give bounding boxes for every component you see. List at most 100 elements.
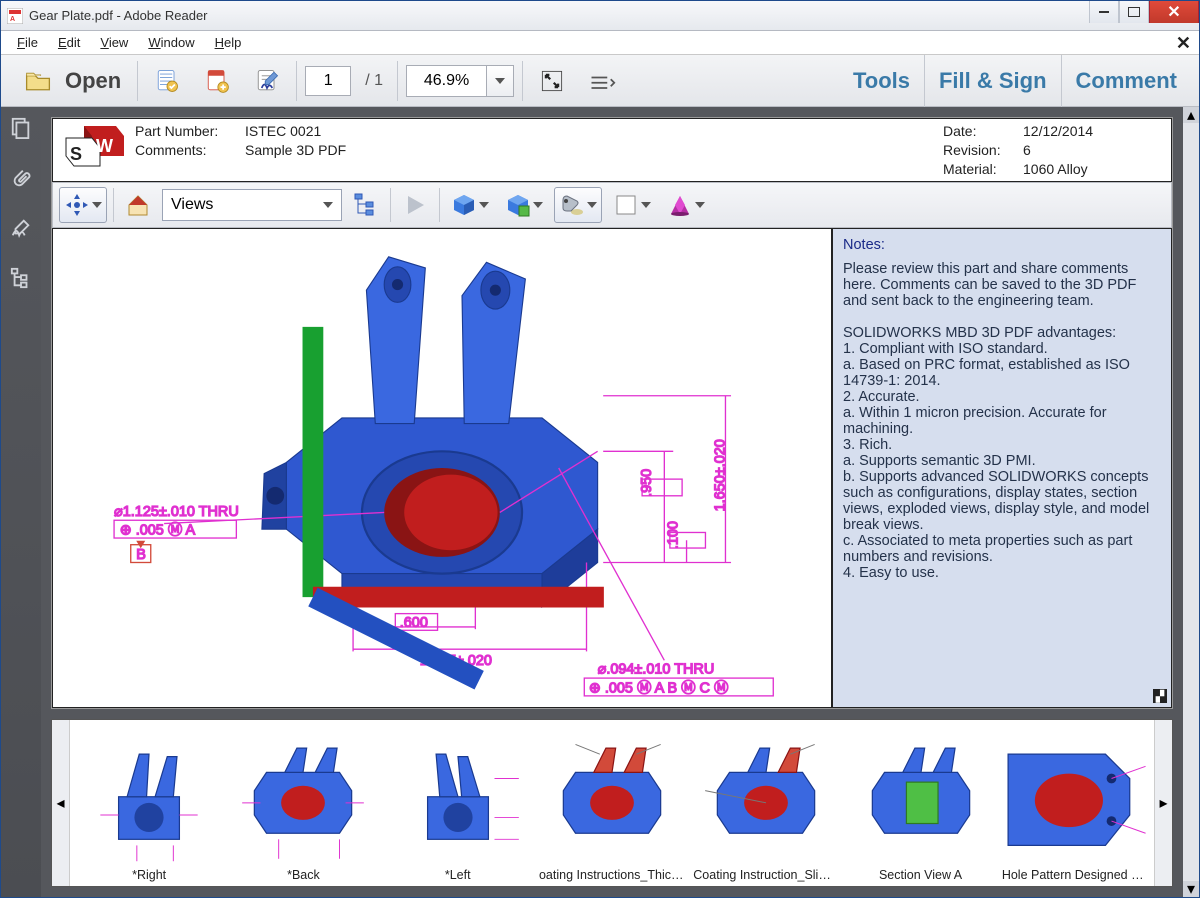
notes-l3b: b. Supports advanced SOLIDWORKS concepts…: [843, 469, 1161, 533]
notes-l1a: a. Based on PRC format, established as I…: [843, 357, 1161, 389]
thumb-left[interactable]: *Left: [385, 740, 531, 882]
label-material: Material:: [943, 161, 1023, 177]
value-part-number: ISTEC 0021: [245, 123, 405, 139]
label-revision: Revision:: [943, 142, 1023, 158]
notes-l3c: c. Associated to meta properties such as…: [843, 533, 1161, 565]
open-file-button[interactable]: [17, 62, 59, 100]
thumb-section-a-label: Section View A: [879, 868, 962, 882]
create-pdf-button[interactable]: [196, 62, 238, 100]
main-toolbar: Open / 1 Tools Fill & Sign C: [1, 55, 1199, 107]
notes-body1: Please review this part and share commen…: [843, 261, 1161, 309]
page-number-input[interactable]: [305, 66, 351, 96]
thumb-hole-pattern-label: Hole Pattern Designed View: [1002, 868, 1148, 882]
background-color-button[interactable]: [608, 187, 656, 223]
home-view-button[interactable]: [120, 187, 156, 223]
views-dropdown[interactable]: Views: [162, 189, 342, 221]
titlebar[interactable]: A Gear Plate.pdf - Adobe Reader ✕: [1, 1, 1199, 31]
notes-l2: 2. Accurate.: [843, 389, 1161, 405]
lighting-button[interactable]: [554, 187, 602, 223]
value-revision: 6: [1023, 142, 1163, 158]
notes-l2a: a. Within 1 micron precision. Accurate f…: [843, 405, 1161, 437]
value-date: 12/12/2014: [1023, 123, 1163, 139]
thumbs-prev-button[interactable]: ◂: [52, 720, 70, 886]
notes-l4: 4. Easy to use.: [843, 565, 1161, 581]
sign-button[interactable]: [246, 62, 288, 100]
thumb-right-label: *Right: [132, 868, 166, 882]
projection-button[interactable]: [446, 187, 494, 223]
notes-header: Notes:: [843, 237, 1161, 253]
thumb-coating-thick[interactable]: oating Instructions_Thick Ar: [539, 740, 685, 882]
menu-bar: File Edit View Window Help ✕: [1, 31, 1199, 55]
notes-l3: 3. Rich.: [843, 437, 1161, 453]
read-mode-button[interactable]: [581, 62, 623, 100]
model-tree-icon[interactable]: [8, 265, 34, 291]
svg-text:S: S: [70, 144, 82, 164]
viewport-3d[interactable]: ⌀1.125±.010 THRU ⊕ .005 Ⓜ A B: [52, 228, 832, 708]
tab-tools[interactable]: Tools: [839, 55, 924, 107]
vertical-scrollbar[interactable]: ▴ ▾: [1183, 107, 1199, 897]
svg-text:W: W: [96, 136, 113, 156]
toolbar-3d: Views: [52, 182, 1172, 228]
rotate-tool-button[interactable]: [59, 187, 107, 223]
menu-view[interactable]: View: [90, 35, 138, 50]
view-thumbnails-strip: ◂ *Right *Back *Left: [51, 719, 1173, 887]
axis-triad-icon: [59, 228, 832, 701]
notes-adv-header: SOLIDWORKS MBD 3D PDF advantages:: [843, 325, 1161, 341]
zoom-input[interactable]: [406, 65, 486, 97]
menu-edit[interactable]: Edit: [48, 35, 90, 50]
thumb-right[interactable]: *Right: [76, 740, 222, 882]
solidworks-logo-icon: S W: [61, 123, 131, 169]
value-material: 1060 Alloy: [1023, 161, 1163, 177]
tab-comment[interactable]: Comment: [1061, 55, 1191, 107]
left-rail: [1, 107, 41, 897]
play-animation-button[interactable]: [397, 187, 433, 223]
menu-help[interactable]: Help: [205, 35, 252, 50]
thumb-coating-thick-label: oating Instructions_Thick Ar: [539, 868, 685, 882]
label-date: Date:: [943, 123, 1023, 139]
notes-l3a: a. Supports semantic 3D PMI.: [843, 453, 1161, 469]
maximize-button[interactable]: [1119, 1, 1149, 23]
pdf-page: S W Part Number:ISTEC 0021 Comments:Samp…: [51, 117, 1173, 709]
fit-page-button[interactable]: [531, 62, 573, 100]
document-body: S W Part Number:ISTEC 0021 Comments:Samp…: [1, 107, 1199, 897]
views-label: Views: [171, 196, 213, 214]
zoom-dropdown[interactable]: [486, 65, 514, 97]
svg-text:A: A: [10, 16, 15, 23]
attachments-icon[interactable]: [8, 165, 34, 191]
signatures-icon[interactable]: [8, 215, 34, 241]
value-comments: Sample 3D PDF: [245, 142, 405, 158]
label-part-number: Part Number:: [135, 123, 245, 139]
convert-pdf-button[interactable]: [146, 62, 188, 100]
open-label: Open: [65, 68, 121, 94]
tab-fill-sign[interactable]: Fill & Sign: [924, 55, 1061, 107]
content-row: ⌀1.125±.010 THRU ⊕ .005 Ⓜ A B: [52, 228, 1172, 708]
app-window: A Gear Plate.pdf - Adobe Reader ✕ File E…: [0, 0, 1200, 898]
thumb-hole-pattern[interactable]: Hole Pattern Designed View: [1002, 740, 1148, 882]
document-pane: S W Part Number:ISTEC 0021 Comments:Samp…: [41, 107, 1183, 897]
adobe-reader-icon: A: [7, 8, 23, 24]
minimize-button[interactable]: [1089, 1, 1119, 23]
render-mode-button[interactable]: [500, 187, 548, 223]
thumb-coating-slim-label: Coating Instruction_Slim_Arm: [693, 868, 839, 882]
close-button[interactable]: ✕: [1149, 1, 1199, 23]
page-thumbnails-icon[interactable]: [8, 115, 34, 141]
metadata-header: S W Part Number:ISTEC 0021 Comments:Samp…: [52, 118, 1172, 182]
expand-notes-button[interactable]: ▞: [1153, 689, 1167, 703]
menu-file[interactable]: File: [7, 35, 48, 50]
thumb-left-label: *Left: [445, 868, 471, 882]
window-title: Gear Plate.pdf - Adobe Reader: [29, 8, 208, 23]
cross-section-button[interactable]: [662, 187, 710, 223]
model-tree-button[interactable]: [348, 187, 384, 223]
notes-pane: Notes: Please review this part and share…: [832, 228, 1172, 708]
window-buttons: ✕: [1089, 1, 1199, 23]
notes-l1: 1. Compliant with ISO standard.: [843, 341, 1161, 357]
thumb-coating-slim[interactable]: Coating Instruction_Slim_Arm: [693, 740, 839, 882]
thumb-section-a[interactable]: Section View A: [848, 740, 994, 882]
thumb-back-label: *Back: [287, 868, 320, 882]
menu-window[interactable]: Window: [138, 35, 204, 50]
close-document-icon[interactable]: ✕: [1176, 33, 1191, 54]
thumb-back[interactable]: *Back: [230, 740, 376, 882]
page-count: / 1: [359, 72, 389, 90]
thumbs-next-button[interactable]: ▸: [1154, 720, 1172, 886]
label-comments: Comments:: [135, 142, 245, 158]
